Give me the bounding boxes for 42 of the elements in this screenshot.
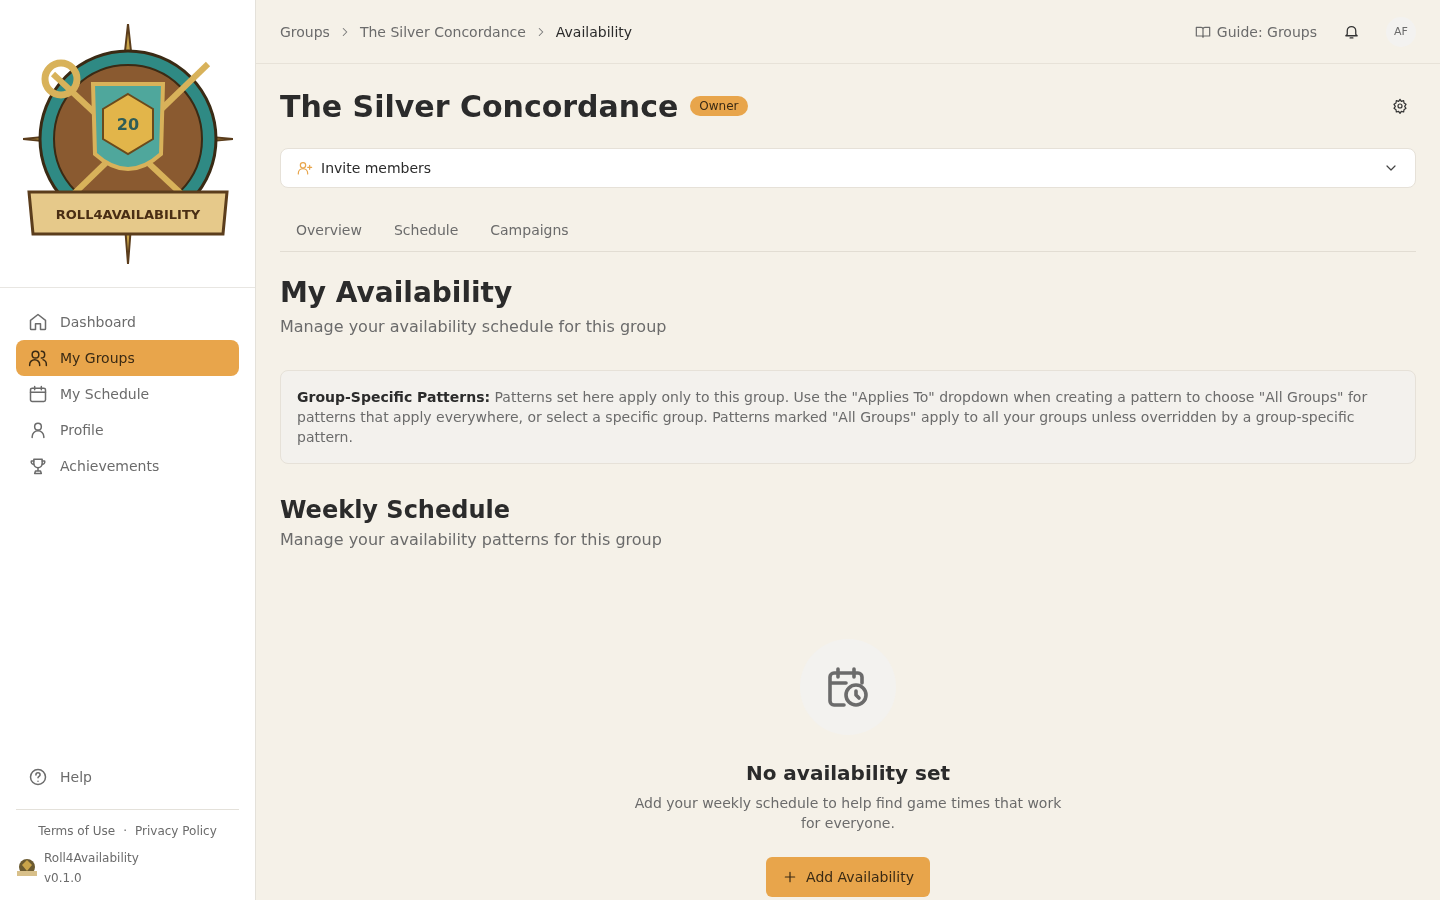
section-title: Weekly Schedule bbox=[280, 496, 511, 524]
section-subtitle: Manage your availability schedule for this group bbox=[280, 317, 668, 336]
breadcrumb-link[interactable]: Availability bbox=[555, 23, 633, 40]
app-version: v0.1.0 bbox=[44, 870, 83, 887]
tab[interactable]: Schedule bbox=[377, 210, 475, 251]
breadcrumb-link[interactable]: The Silver Concordance bbox=[359, 23, 526, 40]
trophy-icon bbox=[28, 456, 48, 476]
add-availability-button[interactable]: Add Availability bbox=[766, 857, 930, 897]
terms-link[interactable]: Terms of Use bbox=[38, 824, 116, 838]
invite-dropdown[interactable]: Invite members bbox=[280, 148, 1416, 188]
empty-text: Add your weekly schedule to help find game times that work for everyone. bbox=[633, 794, 1063, 833]
separator-dot: · bbox=[123, 824, 127, 838]
logo-number: 20 bbox=[116, 114, 139, 134]
home-icon bbox=[28, 312, 48, 332]
role-badge: Owner bbox=[690, 96, 748, 116]
logo-text: ROLL4AVAILABILITY bbox=[55, 206, 200, 222]
group-title: The Silver Concordance bbox=[280, 88, 679, 124]
breadcrumb-link[interactable]: Groups bbox=[280, 23, 330, 40]
nav-item[interactable]: My Schedule bbox=[16, 376, 239, 412]
calendar-icon bbox=[28, 384, 48, 404]
user-plus-icon bbox=[297, 160, 313, 176]
privacy-link[interactable]: Privacy Policy bbox=[135, 824, 217, 838]
logo-icon bbox=[16, 857, 38, 879]
users-icon bbox=[28, 348, 48, 368]
user-icon bbox=[28, 420, 48, 440]
section-subtitle: Manage your availability patterns for this group bbox=[280, 530, 663, 549]
nav-item[interactable]: Achievements bbox=[16, 448, 239, 484]
nav-item[interactable]: Profile bbox=[16, 412, 239, 448]
help-link[interactable]: Help bbox=[16, 759, 239, 795]
help-icon bbox=[28, 767, 48, 787]
bell-icon bbox=[1343, 23, 1360, 40]
app-name: Roll4Availability bbox=[44, 850, 139, 867]
tab[interactable]: Campaigns bbox=[474, 210, 585, 251]
section-title: My Availability bbox=[280, 276, 514, 309]
guide-link[interactable]: Guide: Groups bbox=[1194, 23, 1317, 40]
user-avatar[interactable]: AF bbox=[1386, 16, 1416, 47]
nav-item[interactable]: My Groups bbox=[16, 340, 239, 376]
info-note: Group-Specific Patterns: Patterns set here apply only to this group. Use the "Applies To" dropdown when creating a pattern to choose "All Groups" for patterns that apply everywhere, or select a specific group. Patterns marked "All Groups" apply to all your groups unless overridden by a group-specific pattern. bbox=[280, 370, 1416, 464]
settings-icon bbox=[1392, 98, 1408, 114]
tab[interactable]: Overview bbox=[280, 210, 378, 251]
empty-title: No availability set bbox=[745, 761, 951, 785]
nav-item[interactable]: Dashboard bbox=[16, 304, 239, 340]
